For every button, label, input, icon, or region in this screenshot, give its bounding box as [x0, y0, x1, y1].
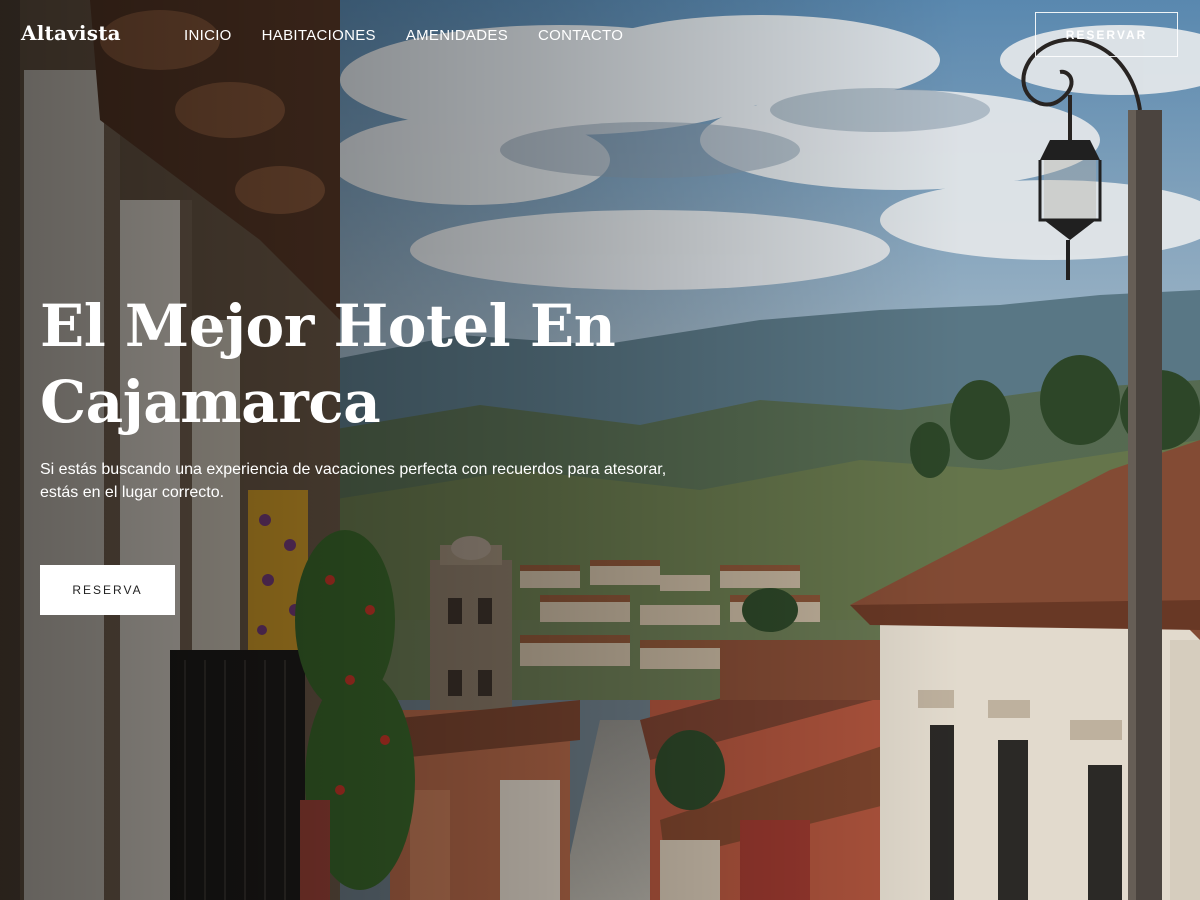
nav-link-contacto[interactable]: CONTACTO	[538, 27, 623, 44]
brand-logo[interactable]: Altavista	[21, 21, 121, 45]
hero-title-line-2: Cajamarca	[40, 368, 381, 436]
hero-content: El Mejor Hotel En Cajamarca Si estás bus…	[40, 288, 700, 504]
hero-title-line-1: El Mejor Hotel En	[40, 292, 616, 360]
nav-link-habitaciones[interactable]: HABITACIONES	[262, 27, 376, 44]
top-navbar: Altavista INICIO HABITACIONES AMENIDADES…	[0, 0, 1200, 72]
nav-link-inicio[interactable]: INICIO	[184, 27, 232, 44]
nav-link-amenidades[interactable]: AMENIDADES	[406, 27, 508, 44]
reservar-button[interactable]: RESERVAR	[1035, 12, 1178, 57]
nav-links: INICIO HABITACIONES AMENIDADES CONTACTO	[184, 27, 623, 44]
hero-subtitle: Si estás buscando una experiencia de vac…	[40, 461, 667, 501]
hero-section: Altavista INICIO HABITACIONES AMENIDADES…	[0, 0, 1200, 900]
hero-title: El Mejor Hotel En Cajamarca	[40, 288, 700, 440]
reserva-button[interactable]: RESERVA	[40, 565, 175, 615]
